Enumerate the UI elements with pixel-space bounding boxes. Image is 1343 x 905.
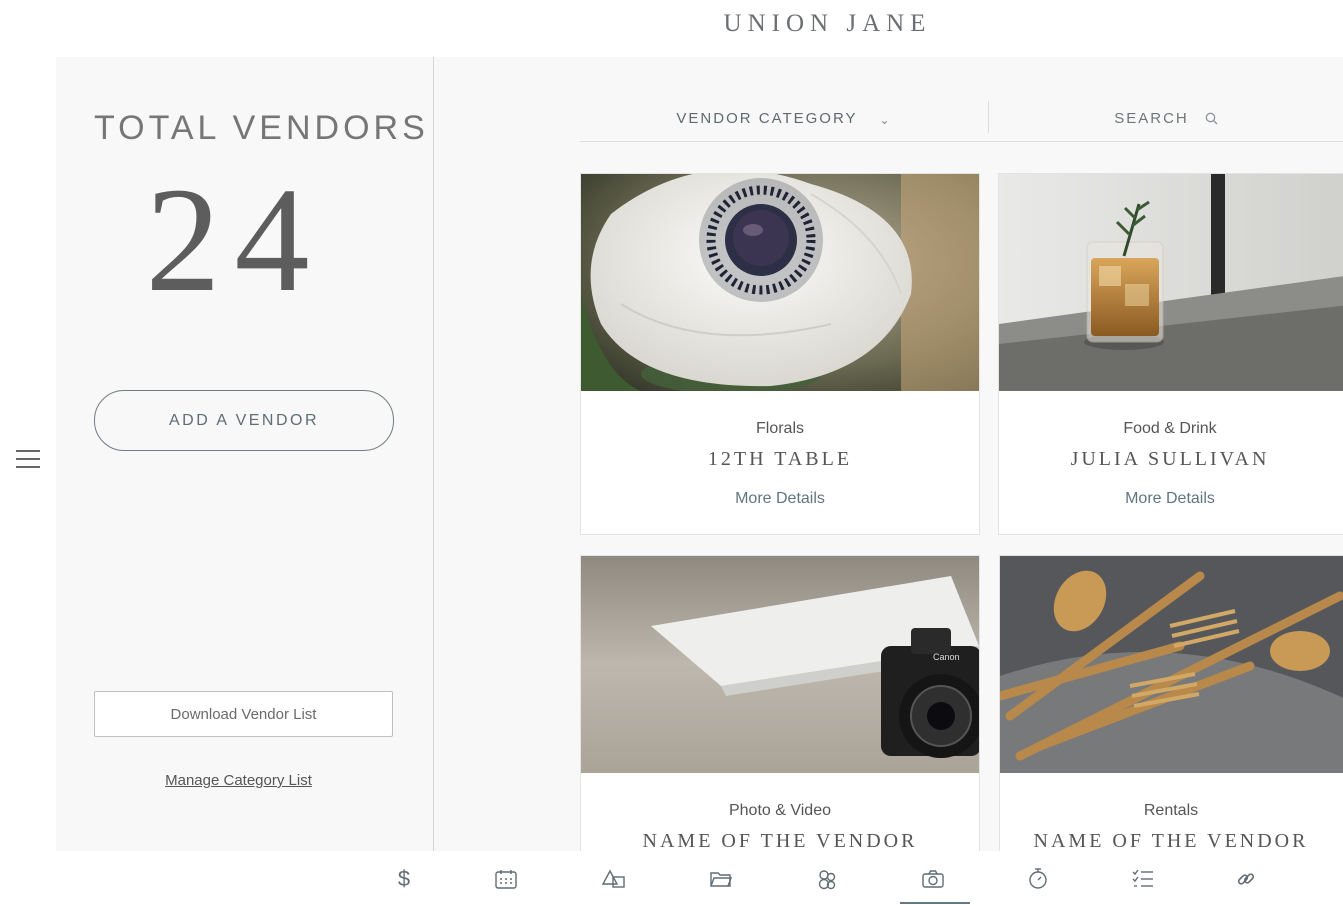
- camera-icon[interactable]: [921, 867, 945, 891]
- vendor-category: Photo & Video: [728, 802, 831, 819]
- download-vendor-list-button[interactable]: Download Vendor List: [94, 691, 393, 737]
- chevron-down-icon: ⌄: [879, 113, 892, 127]
- bottom-navigation: $: [0, 851, 1343, 905]
- checklist-icon[interactable]: [1131, 867, 1155, 891]
- guests-icon[interactable]: [815, 867, 839, 891]
- shapes-icon[interactable]: [602, 867, 626, 891]
- stopwatch-icon[interactable]: [1026, 867, 1050, 891]
- hamburger-menu-icon[interactable]: [16, 450, 40, 468]
- vendor-card[interactable]: Canon Photo & Video NAME OF THE VENDOR: [580, 555, 980, 877]
- active-tab-indicator: [900, 902, 970, 904]
- vendor-photo-cutlery: [1000, 556, 1343, 773]
- filter-bar: VENDOR CATEGORY ⌄ SEARCH: [580, 95, 1343, 142]
- vendor-photo-cocktail: [999, 174, 1343, 391]
- vendor-name: NAME OF THE VENDOR: [1033, 830, 1309, 852]
- search-icon: [1205, 112, 1218, 124]
- vendor-category: Food & Drink: [1123, 420, 1217, 437]
- add-vendor-button[interactable]: ADD A VENDOR: [94, 390, 394, 451]
- vendor-photo-camera: Canon: [581, 556, 979, 773]
- vendor-name: NAME OF THE VENDOR: [642, 830, 918, 852]
- vendor-category: Rentals: [1143, 802, 1199, 819]
- vendor-category-dropdown[interactable]: VENDOR CATEGORY ⌄: [580, 95, 988, 141]
- vendor-card[interactable]: Food & Drink JULIA SULLIVAN More Details: [998, 173, 1343, 535]
- manage-category-list-link[interactable]: Manage Category List: [56, 772, 421, 789]
- total-vendors-count: 24: [145, 157, 324, 323]
- brand-logo: UNION JANE: [723, 10, 932, 37]
- folder-icon[interactable]: [709, 867, 733, 891]
- link-icon[interactable]: [1234, 867, 1258, 891]
- vendor-photo-flower: [581, 174, 979, 391]
- calendar-icon[interactable]: [494, 867, 518, 891]
- vendor-card[interactable]: Florals 12TH TABLE More Details: [580, 173, 980, 535]
- vendor-name: 12TH TABLE: [707, 448, 853, 470]
- budget-icon[interactable]: $: [392, 866, 416, 891]
- search-button[interactable]: SEARCH: [989, 95, 1343, 141]
- vendor-category-label: VENDOR CATEGORY: [676, 109, 858, 127]
- total-vendors-label: TOTAL VENDORS: [94, 109, 429, 147]
- more-details-link[interactable]: More Details: [999, 490, 1341, 508]
- vendor-category: Florals: [755, 420, 804, 437]
- vendor-summary-sidebar: TOTAL VENDORS 24 ADD A VENDOR Download V…: [56, 57, 434, 851]
- vendor-card[interactable]: Rentals NAME OF THE VENDOR: [999, 555, 1343, 877]
- vendor-name: JULIA SULLIVAN: [1070, 448, 1270, 470]
- search-label: SEARCH: [1114, 109, 1189, 127]
- svg-text:Canon: Canon: [933, 652, 960, 662]
- more-details-link[interactable]: More Details: [581, 490, 979, 508]
